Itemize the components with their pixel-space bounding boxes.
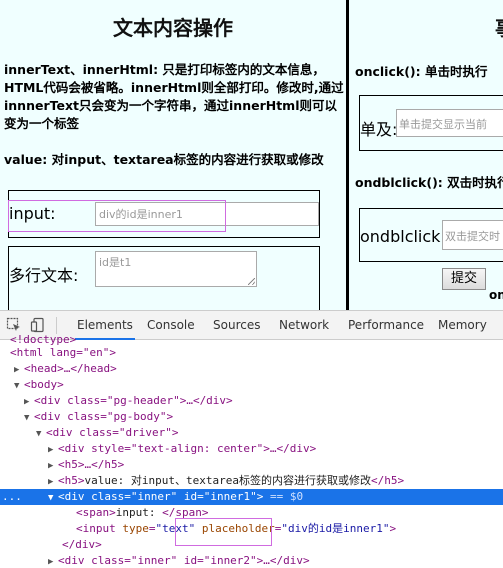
ondblclick-input[interactable]: 双击提交时 [442, 220, 503, 250]
collapse-arrow-icon[interactable]: ▼ [14, 378, 24, 394]
expand-arrow-icon[interactable]: ▶ [48, 474, 58, 490]
value-description: value: 对input、textarea标签的内容进行获取或修改 [4, 152, 324, 167]
dom-node-h5-value[interactable]: ▶ <h5>value: 对input、textarea标签的内容进行获取或修改<… [0, 473, 503, 489]
expand-arrow-icon[interactable]: ▶ [24, 394, 34, 410]
center-div-tag: <div style="text-align: center">…</div> [58, 442, 317, 455]
cut-off-text: on [489, 288, 503, 302]
body-tag: <body> [24, 378, 64, 391]
collapse-arrow-icon[interactable]: ▼ [48, 490, 58, 506]
attr-placeholder-value: "div的id是inner1" [281, 522, 390, 535]
submit-button[interactable]: 提交 [442, 268, 486, 290]
onclick-container: 单及: 单击提交显示当前 [359, 95, 503, 151]
div-close-tag: </div> [62, 538, 102, 551]
h5-value-text: value: 对input、textarea标签的内容进行获取或修改 [84, 474, 371, 487]
h5-open-tag: <h5> [58, 474, 85, 487]
dom-node-center-div[interactable]: ▶ <div style="text-align: center">…</div> [0, 441, 503, 457]
highlight-box-id-attr [175, 518, 272, 546]
right-column: 事 onclick(): 单击时执行 单及: 单击提交显示当前 ondblcli… [349, 0, 503, 310]
dom-node-inner2[interactable]: ▶ <div class="inner" id="inner2">…</div> [0, 553, 503, 568]
ondblclick-container: ondblclick: 双击提交时 [359, 208, 503, 262]
inspect-element-icon[interactable] [6, 317, 22, 333]
textarea-placeholder: id是t1 [99, 256, 132, 269]
collapse-arrow-icon[interactable]: ▼ [36, 426, 46, 442]
dom-tree: <!doctype> <html lang="en"> ▶ <head>…</he… [0, 333, 503, 568]
dom-node-html[interactable]: <html lang="en"> [0, 345, 503, 361]
dom-node-pg-header[interactable]: ▶ <div class="pg-header">…</div> [0, 393, 503, 409]
attr-id-name: id [183, 490, 198, 503]
driver-tag: <div class="driver"> [46, 426, 179, 439]
inner2-tag: <div class="inner" id="inner2">…</div> [58, 554, 310, 567]
devtools-panel: Elements Console Sources Network Perform… [0, 310, 503, 568]
div-tag: <div [58, 490, 92, 503]
highlight-box-inner1 [8, 200, 226, 232]
dom-node-pg-body[interactable]: ▼ <div class="pg-body"> [0, 409, 503, 425]
textarea-label: 多行文本: [9, 266, 79, 285]
expand-arrow-icon[interactable]: ▶ [48, 442, 58, 458]
left-column: 文本内容操作 innerText、innerHtml: 只是打印标签内的文本信息… [0, 0, 346, 310]
span-open-tag: <span> [76, 506, 116, 519]
resize-grip-icon[interactable] [248, 278, 255, 285]
span-text: input: [115, 506, 163, 519]
div-tag-end: > [256, 490, 264, 503]
pg-header-tag: <div class="pg-header">…</div> [34, 394, 233, 407]
attr-type-name: type [122, 522, 149, 535]
single-label: 单及: [360, 120, 398, 139]
inner2-container: 多行文本: id是t1 [8, 246, 320, 310]
dblclick-label: ondblclick: [360, 227, 446, 246]
device-toolbar-icon[interactable] [30, 317, 46, 333]
dom-node-head[interactable]: ▶ <head>…</head> [0, 361, 503, 377]
expand-arrow-icon[interactable]: ▶ [14, 362, 24, 378]
ondblclick-heading: ondblclick(): 双击时执行 [355, 175, 503, 190]
input-tag: <input [76, 522, 123, 535]
attr-class-value: "inner" [130, 490, 178, 503]
head-tag: <head>…</head> [24, 362, 117, 375]
html-tag: <html lang="en"> [10, 346, 116, 359]
expand-arrow-icon[interactable]: ▶ [48, 458, 58, 474]
dom-node-inner1-selected[interactable]: ... ▼ <div class="inner" id="inner1"> == … [0, 489, 503, 505]
selected-node-ref: == $0 [269, 490, 304, 503]
h5-collapsed-tag: <h5>…</h5> [58, 458, 125, 471]
onclick-heading: onclick(): 单击时执行 [355, 64, 488, 79]
attr-class-name: class [91, 490, 125, 503]
t1-textarea[interactable]: id是t1 [95, 251, 257, 287]
dom-node-h5-collapsed[interactable]: ▶ <h5>…</h5> [0, 457, 503, 473]
input-tag-end: > [389, 522, 397, 535]
events-title: 事 [495, 12, 503, 41]
page-viewport: 文本内容操作 innerText、innerHtml: 只是打印标签内的文本信息… [0, 0, 503, 310]
page-title: 文本内容操作 [113, 16, 233, 40]
h5-close-tag: </h5> [370, 474, 405, 487]
collapse-arrow-icon[interactable]: ▼ [24, 410, 34, 426]
dom-node-driver[interactable]: ▼ <div class="driver"> [0, 425, 503, 441]
dom-node-body[interactable]: ▼ <body> [0, 377, 503, 393]
onclick-input[interactable]: 单击提交显示当前 [396, 109, 503, 137]
more-actions-dots[interactable]: ... [2, 489, 22, 505]
innertext-description: innerText、innerHtml: 只是打印标签内的文本信息，HTML代码… [4, 62, 344, 131]
attr-id-value: "inner1" [203, 490, 257, 503]
pg-body-tag: <div class="pg-body"> [34, 410, 174, 423]
expand-arrow-icon[interactable]: ▶ [48, 554, 58, 568]
